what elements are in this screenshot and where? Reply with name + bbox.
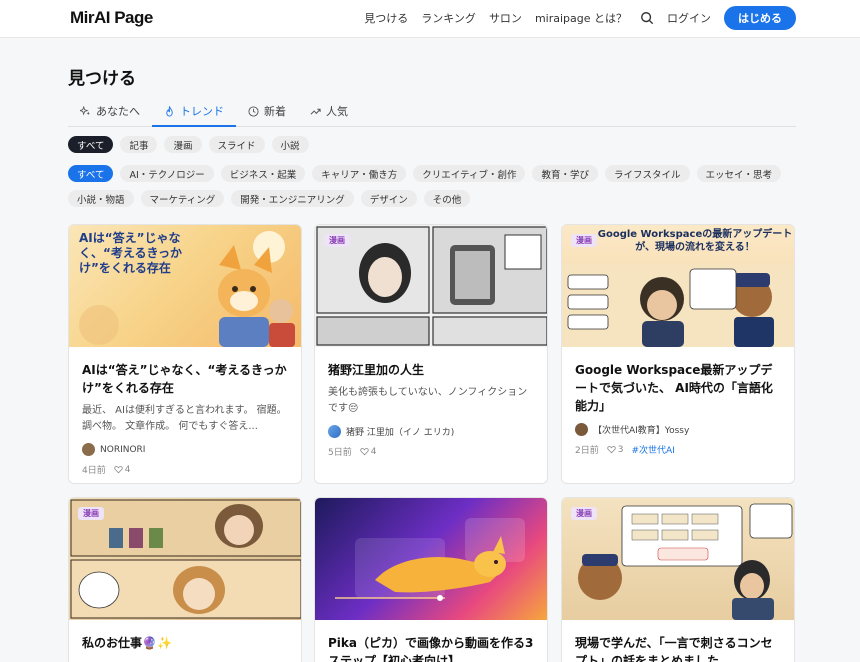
type-filter: すべて 記事 漫画 スライド 小説 xyxy=(68,136,798,153)
chip-cat-dev[interactable]: 開発・エンジニアリング xyxy=(231,190,354,207)
chip-type-article[interactable]: 記事 xyxy=(120,136,158,153)
chip-cat-other[interactable]: その他 xyxy=(423,190,471,207)
nav-discover[interactable]: 見つける xyxy=(364,10,408,26)
chip-type-all[interactable]: すべて xyxy=(68,136,114,153)
chip-cat-ai[interactable]: AI・テクノロジー xyxy=(120,165,214,182)
trend-icon xyxy=(310,108,321,115)
avatar xyxy=(575,423,588,436)
top-header: MirAI Page 見つける ランキング サロン miraipage とは？ … xyxy=(0,0,860,38)
card-meta: 5日前 4 xyxy=(328,445,534,459)
like-count[interactable]: 4 xyxy=(114,464,131,475)
like-number: 4 xyxy=(370,446,377,457)
article-card[interactable]: 漫画 私のお仕事🔮✨ xyxy=(68,497,302,662)
manga-badge: 漫画 xyxy=(571,507,597,520)
heart-icon xyxy=(114,466,123,474)
chip-cat-essay[interactable]: エッセイ・思考 xyxy=(696,165,782,182)
post-date: 5日前 xyxy=(328,448,352,458)
category-filter: すべて AI・テクノロジー ビジネス・起業 キャリア・働き方 クリエイティブ・創… xyxy=(68,165,798,207)
article-card[interactable]: 漫画 猪野江里加の人生 美化も誇張もしていない、ノンフィクションです😔 猪野 江… xyxy=(314,224,548,484)
nav-ranking[interactable]: ランキング xyxy=(421,10,476,26)
heart-icon xyxy=(360,448,369,456)
manga-badge: 漫画 xyxy=(78,507,104,520)
card-author[interactable]: NORINORI xyxy=(82,443,288,456)
card-excerpt: 美化も誇張もしていない、ノンフィクションです😔 xyxy=(328,387,528,414)
article-card[interactable]: 漫画 Google Workspaceの最新アップデートが、現場の流れを変える！… xyxy=(561,224,795,484)
manga-badge: 漫画 xyxy=(324,234,350,247)
thumbnail-illustration xyxy=(335,518,525,601)
chip-cat-lifestyle[interactable]: ライフスタイル xyxy=(605,165,690,182)
hashtag-link[interactable]: #次世代AI xyxy=(631,443,674,456)
heart-icon xyxy=(607,446,616,454)
chip-cat-fiction[interactable]: 小説・物語 xyxy=(68,190,134,207)
chip-cat-education[interactable]: 教育・学び xyxy=(532,165,598,182)
tab-label: 新着 xyxy=(264,105,286,118)
chip-type-manga[interactable]: 漫画 xyxy=(164,136,202,153)
chip-type-slide[interactable]: スライド xyxy=(208,136,265,153)
sparkle-icon xyxy=(80,105,91,116)
tab-trend[interactable]: トレンド xyxy=(152,96,236,127)
card-thumbnail[interactable]: 漫画 xyxy=(315,225,547,347)
card-title[interactable]: Pika（ピカ）で画像から動画を作る3ステップ【初心者向け】 xyxy=(328,634,534,662)
card-meta: 4日前 4 xyxy=(82,463,288,477)
card-thumbnail[interactable] xyxy=(315,498,547,620)
tab-label: トレンド xyxy=(180,105,224,118)
tab-label: あなたへ xyxy=(96,105,140,118)
thumbnail-caption: Google Workspaceの最新アップデートが、現場の流れを変える！ xyxy=(597,229,793,253)
manga-badge: 漫画 xyxy=(571,234,597,247)
card-title[interactable]: 現場で学んだ、「一言で刺さるコンセプト」の話をまとめました。 xyxy=(575,634,781,662)
card-title[interactable]: 猪野江里加の人生 xyxy=(328,361,534,379)
chip-cat-marketing[interactable]: マーケティング xyxy=(140,190,225,207)
card-title[interactable]: 私のお仕事🔮✨ xyxy=(82,634,288,652)
chip-type-novel[interactable]: 小説 xyxy=(271,136,309,153)
article-card[interactable]: 漫画 現場で学んだ、「一言で刺さるコンセプト」の話をまとめました。 xyxy=(561,497,795,662)
card-meta: 2日前 3 #次世代AI xyxy=(575,443,781,457)
post-date: 4日前 xyxy=(82,466,106,476)
start-button[interactable]: はじめる xyxy=(724,6,796,30)
post-date: 2日前 xyxy=(575,446,599,456)
nav-about[interactable]: miraipage とは？ xyxy=(535,10,627,26)
clock-icon xyxy=(248,105,259,117)
avatar xyxy=(82,443,95,456)
card-title[interactable]: AIは“答え”じゃなく、“考えるきっかけ”をくれる存在 xyxy=(82,361,288,397)
card-author[interactable]: 猪野 江里加（イノ エリカ) xyxy=(328,425,534,438)
page-title: 見つける xyxy=(68,69,136,89)
top-nav: 見つける ランキング サロン miraipage とは？ ログイン はじめる xyxy=(364,6,796,30)
tab-popular[interactable]: 人気 xyxy=(298,96,360,126)
thumbnail-caption: AIは“答え”じゃなく、“考えるきっかけ”をくれる存在 xyxy=(79,231,183,275)
like-count[interactable]: 3 xyxy=(607,444,624,455)
like-number: 3 xyxy=(617,444,624,455)
nav-salon[interactable]: サロン xyxy=(489,10,522,26)
flame-icon xyxy=(166,105,173,117)
like-count[interactable]: 4 xyxy=(360,446,377,457)
feed-tabs: あなたへ トレンド 新着 人気 xyxy=(68,96,796,127)
article-card[interactable]: AIは“答え”じゃなく、“考えるきっかけ”をくれる存在 AIは“答え”じゃなく、… xyxy=(68,224,302,484)
author-name: 【次世代AI教育】Yossy xyxy=(593,426,690,436)
card-excerpt: 最近、 AIは便利すぎると言われます。 宿題。 調べ物。 文章作成。 何でもすぐ… xyxy=(82,405,287,432)
chip-cat-all[interactable]: すべて xyxy=(68,165,114,182)
login-link[interactable]: ログイン xyxy=(667,10,711,26)
card-thumbnail[interactable]: 漫画 xyxy=(69,498,301,620)
chip-cat-creative[interactable]: クリエイティブ・創作 xyxy=(413,165,526,182)
like-number: 4 xyxy=(124,464,131,475)
card-title[interactable]: Google Workspace最新アップデートで気づいた、 AI時代の「言語化… xyxy=(575,361,781,415)
author-name: 猪野 江里加（イノ エリカ) xyxy=(346,428,455,438)
tab-for-you[interactable]: あなたへ xyxy=(68,96,152,126)
site-logo[interactable]: MirAI Page xyxy=(70,8,153,28)
tab-label: 人気 xyxy=(326,105,348,118)
article-card[interactable]: Pika（ピカ）で画像から動画を作る3ステップ【初心者向け】 xyxy=(314,497,548,662)
chip-cat-design[interactable]: デザイン xyxy=(360,190,417,207)
chip-cat-business[interactable]: ビジネス・起業 xyxy=(220,165,306,182)
author-name: NORINORI xyxy=(100,444,146,455)
chip-cat-career[interactable]: キャリア・働き方 xyxy=(312,165,407,182)
card-thumbnail[interactable]: 漫画 xyxy=(562,498,794,620)
search-icon[interactable] xyxy=(640,11,654,25)
card-author[interactable]: 【次世代AI教育】Yossy xyxy=(575,423,781,436)
tab-new[interactable]: 新着 xyxy=(236,96,298,126)
card-thumbnail[interactable]: 漫画 Google Workspaceの最新アップデートが、現場の流れを変える！ xyxy=(562,225,794,347)
card-thumbnail[interactable]: AIは“答え”じゃなく、“考えるきっかけ”をくれる存在 xyxy=(69,225,301,347)
avatar xyxy=(328,425,341,438)
